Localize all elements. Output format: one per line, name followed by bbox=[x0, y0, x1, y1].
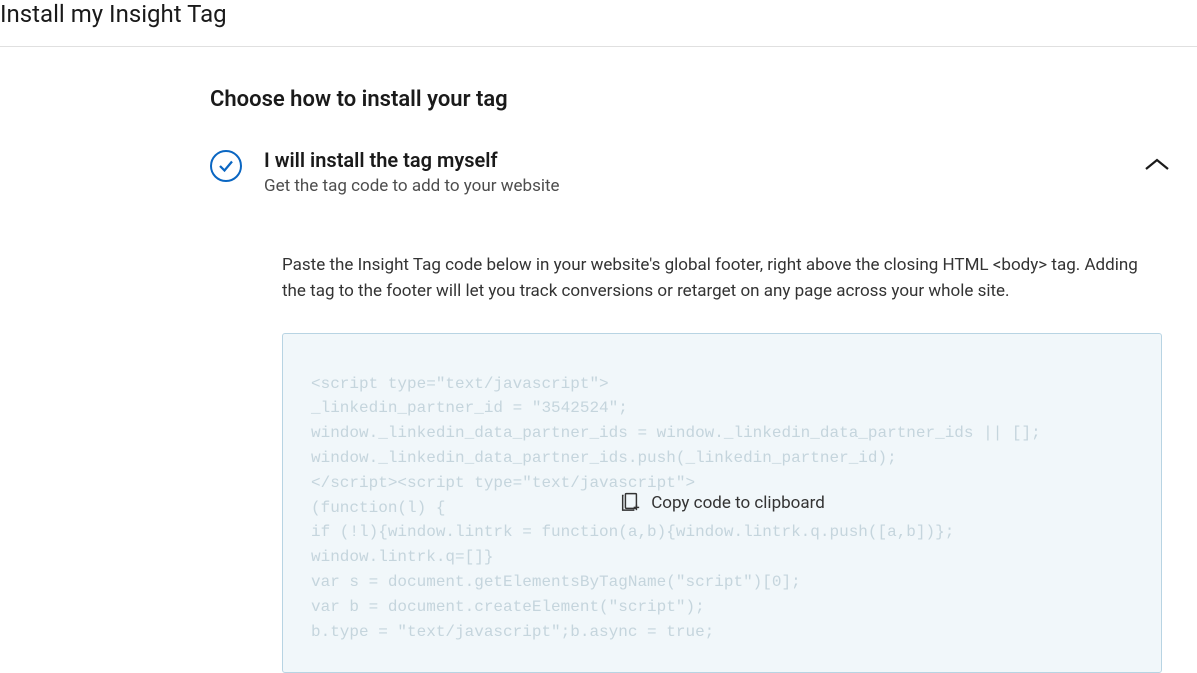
section-title: Choose how to install your tag bbox=[210, 87, 1180, 112]
copy-code-button[interactable]: Copy code to clipboard bbox=[283, 334, 1161, 673]
chevron-up-icon[interactable] bbox=[1144, 156, 1170, 175]
option-title: I will install the tag myself bbox=[264, 148, 1180, 172]
check-icon bbox=[210, 150, 242, 182]
copy-code-label: Copy code to clipboard bbox=[651, 493, 825, 513]
install-option-self[interactable]: I will install the tag myself Get the ta… bbox=[210, 148, 1180, 196]
code-box: <script type="text/javascript"> _linkedi… bbox=[282, 333, 1162, 673]
option-subtitle: Get the tag code to add to your website bbox=[264, 176, 1180, 196]
option-text: I will install the tag myself Get the ta… bbox=[264, 148, 1180, 196]
page-header: Install my Insight Tag bbox=[0, 0, 1197, 47]
clipboard-icon bbox=[619, 490, 641, 516]
main-content: Choose how to install your tag I will in… bbox=[0, 47, 1180, 673]
install-description: Paste the Insight Tag code below in your… bbox=[282, 252, 1152, 305]
page-title: Install my Insight Tag bbox=[0, 0, 1197, 28]
